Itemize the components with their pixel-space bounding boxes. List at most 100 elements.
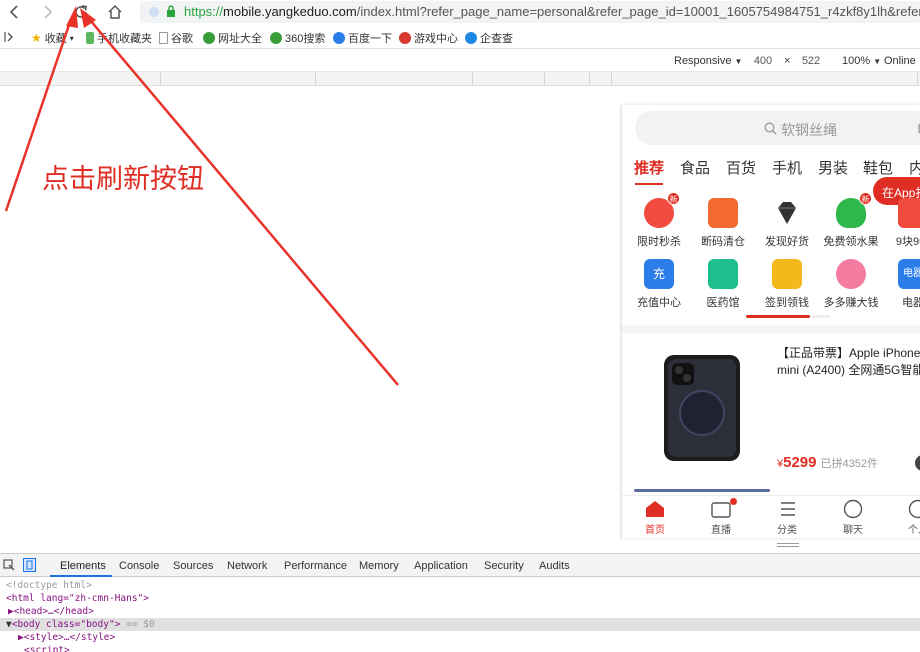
tab-network[interactable]: Network [227,560,267,572]
nav-home[interactable]: 首页 [635,498,675,536]
tab-shoes-bags[interactable]: 鞋包 [863,157,893,178]
category-tabs: 推荐 食品 百货 手机 男装 鞋包 内 [622,157,920,183]
bookmark-google[interactable]: 谷歌 [159,30,193,46]
category-free-fruit[interactable]: 新 免费领水果 [820,192,882,249]
buy-button[interactable] [915,455,920,471]
diamond-icon [778,202,796,224]
category-appliance[interactable]: 电器 电器 [882,259,920,310]
dropdown-icon: ▼ [734,57,743,66]
product-title[interactable]: 【正品带票】Apple iPhone 12 mini (A2400) 全网通5G… [777,345,920,379]
forward-button[interactable] [37,2,59,22]
category-nine-nine[interactable]: 9块9特 [882,198,920,249]
reload-button[interactable] [70,2,92,22]
category-scroll-indicator [746,315,830,318]
search-site-icon [465,32,477,44]
forward-icon [44,5,53,19]
viewport-height-input[interactable]: 522 [793,53,829,69]
dropdown-icon: ▼ [873,57,882,66]
dom-html[interactable]: <html lang="zh-cmn-Hans"> [6,592,149,605]
tab-security[interactable]: Security [484,560,524,572]
url-path: /index.html?refer_page_name=personal&ref… [356,4,920,19]
back-button[interactable] [3,2,25,22]
media-query-ruler[interactable] [0,72,920,86]
dom-doctype[interactable]: <!doctype html> [6,579,92,592]
tab-phones[interactable]: 手机 [772,157,802,178]
home-icon [646,501,664,517]
tab-memory[interactable]: Memory [359,560,399,572]
product-image[interactable] [662,353,742,463]
tab-console[interactable]: Console [119,560,159,572]
bookmark-360[interactable]: 360搜索 [270,30,325,46]
category-clearance[interactable]: 断码清仓 [692,198,754,249]
live-tv-icon [711,502,731,518]
browser-toolbar: https://mobile.yangkeduo.com/index.html?… [0,0,920,25]
category-list-icon [781,502,795,516]
category-recharge[interactable]: 充 充值中心 [628,259,690,310]
inspect-element-icon[interactable] [3,559,15,571]
tab-recommend[interactable]: 推荐 [634,157,664,178]
tab-menswear[interactable]: 男装 [818,157,848,178]
viewport-resize-handle[interactable] [777,543,799,549]
search-icon [764,122,777,135]
bookmark-qcc[interactable]: 企查查 [465,30,513,46]
tab-audits[interactable]: Audits [539,560,570,572]
home-button[interactable] [104,2,126,22]
reload-icon [75,5,87,18]
category-checkin[interactable]: 签到领钱 [756,259,818,310]
home-icon [108,4,122,19]
active-tab-indicator [635,183,663,185]
category-medicine[interactable]: 医药馆 [692,259,754,310]
viewport-width-input[interactable]: 400 [745,53,781,69]
tab-underwear[interactable]: 内 [909,157,920,178]
device-toggle-icon[interactable] [23,558,36,572]
search-bar[interactable]: 软钢丝绳 [635,111,920,145]
devtools-panel: Elements Console Sources Network Perform… [0,553,920,652]
network-throttle-select[interactable]: Online ▼ [884,55,920,67]
bookmark-baidu[interactable]: 百度一下 [333,30,392,46]
lock-icon [167,5,175,17]
tab-application[interactable]: Application [414,560,468,572]
tab-food[interactable]: 食品 [680,157,710,178]
bookmark-favorites[interactable]: ★ 收藏 ▾ [31,30,74,46]
sidebar-toggle-icon[interactable] [4,31,14,43]
section-separator [622,325,920,333]
dropdown-icon: ▾ [69,33,74,43]
live-notification-dot [730,498,737,505]
bookmarks-bar: ★ 收藏 ▾ 手机收藏夹 谷歌 网址大全 360搜索 百度一下 游戏中心 企查查 [0,25,920,49]
bottom-navigation: 首页 直播 分类 聊天 个人 [622,495,920,538]
tab-elements[interactable]: Elements [60,560,106,572]
dom-style[interactable]: ▶<style>…</style> [18,631,115,644]
zoom-select[interactable]: 100% ▼ [842,55,881,67]
device-mode-select[interactable]: Responsive ▼ [674,55,742,67]
address-bar[interactable]: https://mobile.yangkeduo.com/index.html?… [140,1,920,23]
chat-icon [843,499,863,519]
new-badge: 新 [667,192,680,205]
bookmark-mobile-folder[interactable]: 手机收藏夹 [86,30,152,46]
category-discover[interactable]: 发现好货 [756,198,818,249]
clearance-icon [708,198,738,228]
url-text: https://mobile.yangkeduo.com/index.html?… [184,4,920,19]
annotation-text: 点击刷新按钮 [42,164,204,194]
tab-general[interactable]: 百货 [726,157,756,178]
url-host: mobile.yangkeduo.com [223,4,357,19]
category-flash-sale[interactable]: 新 限时秒杀 [628,192,690,249]
nine-nine-icon [898,198,920,228]
appliance-icon: 电器 [898,259,920,289]
site-icon [270,32,282,44]
paw-icon [333,32,345,44]
nav-category[interactable]: 分类 [767,498,807,536]
dom-head[interactable]: ▶<head>…</head> [8,605,94,618]
category-earn-money[interactable]: 多多赚大钱 [820,259,882,310]
nav-chat[interactable]: 聊天 [833,498,873,536]
price-value: 5299 [783,454,817,471]
nav-personal[interactable]: 个人 [898,498,920,536]
tab-performance[interactable]: Performance [284,560,347,572]
bookmark-games[interactable]: 游戏中心 [399,30,458,46]
browser-window: https://mobile.yangkeduo.com/index.html?… [0,0,920,652]
devtools-tab-bar: Elements Console Sources Network Perform… [0,554,920,577]
bookmark-hao[interactable]: 网址大全 [203,30,262,46]
tab-sources[interactable]: Sources [173,560,213,572]
dom-body[interactable]: ▼<body class="body"> == $0 [0,618,920,631]
device-toolbar: Responsive ▼ 400 × 522 100% ▼ Online ▼ [0,50,920,72]
dom-script[interactable]: <script> [24,644,70,652]
